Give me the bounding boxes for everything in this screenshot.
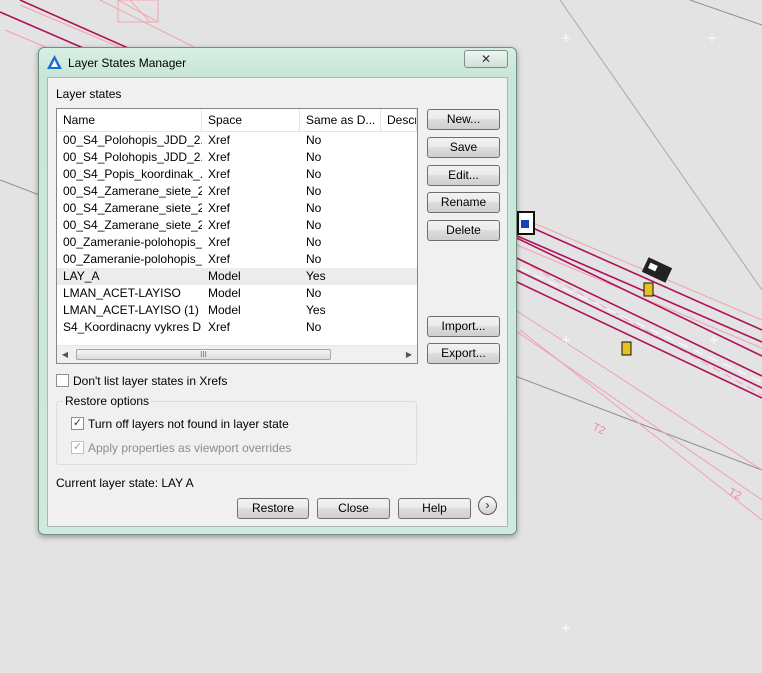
dont-list-xrefs-checkbox[interactable] xyxy=(56,374,69,387)
cell-space: Xref xyxy=(208,201,231,215)
cell-name: 00_S4_Zamerane_siete_2... xyxy=(63,201,202,215)
table-row[interactable]: 00_S4_Polohopis_JDD_2... Xref No xyxy=(57,132,417,149)
list-header: Name Space Same as D... Descri xyxy=(57,109,417,132)
table-row[interactable]: S4_Koordinacny vykres D... Xref No xyxy=(57,319,417,336)
cell-same-as-dwg: No xyxy=(306,184,322,198)
column-header-name[interactable]: Name xyxy=(57,109,202,131)
cell-name: 00_S4_Popis_koordinak_... xyxy=(63,167,202,181)
dialog-title: Layer States Manager xyxy=(68,56,187,70)
table-row[interactable]: 00_Zameranie-polohopis_... Xref No xyxy=(57,251,417,268)
cell-same-as-dwg: No xyxy=(306,320,322,334)
cell-space: Xref xyxy=(208,320,231,334)
restore-options-title: Restore options xyxy=(63,394,152,408)
dont-list-xrefs-label[interactable]: Don't list layer states in Xrefs xyxy=(73,374,227,388)
expand-dialog-icon[interactable]: › xyxy=(478,496,497,515)
turn-off-layers-checkbox[interactable]: ✓ xyxy=(71,417,84,430)
apply-viewport-overrides-label: Apply properties as viewport overrides xyxy=(88,441,292,455)
cell-name: 00_Zameranie-polohopis_... xyxy=(63,252,202,266)
cell-same-as-dwg: Yes xyxy=(306,269,326,283)
delete-button[interactable]: Delete xyxy=(427,220,500,241)
column-header-space[interactable]: Space xyxy=(202,109,300,131)
horizontal-scrollbar[interactable]: ◀ III ▶ xyxy=(57,345,417,363)
help-button[interactable]: Help xyxy=(398,498,471,519)
export-button[interactable]: Export... xyxy=(427,343,500,364)
cell-name: LMAN_ACET-LAYISO (1) xyxy=(63,303,199,317)
table-row[interactable]: LAY_A Model Yes xyxy=(57,268,417,285)
turn-off-layers-label[interactable]: Turn off layers not found in layer state xyxy=(88,417,289,431)
layer-states-list[interactable]: Name Space Same as D... Descri 00_S4_Pol… xyxy=(56,108,418,364)
cell-space: Xref xyxy=(208,218,231,232)
cell-space: Xref xyxy=(208,167,231,181)
import-button[interactable]: Import... xyxy=(427,316,500,337)
cell-name: 00_S4_Zamerane_siete_2... xyxy=(63,218,202,232)
cell-same-as-dwg: No xyxy=(306,167,322,181)
cell-space: Xref xyxy=(208,184,231,198)
cell-same-as-dwg: No xyxy=(306,252,322,266)
cell-space: Model xyxy=(208,286,241,300)
scroll-right-icon[interactable]: ▶ xyxy=(401,346,417,363)
new-button[interactable]: New... xyxy=(427,109,500,130)
cell-space: Xref xyxy=(208,133,231,147)
cell-same-as-dwg: No xyxy=(306,235,322,249)
save-button[interactable]: Save xyxy=(427,137,500,158)
table-row[interactable]: LMAN_ACET-LAYISO (1) Model Yes xyxy=(57,302,417,319)
close-button[interactable]: Close xyxy=(317,498,390,519)
edit-button[interactable]: Edit... xyxy=(427,165,500,186)
cell-name: 00_Zameranie-polohopis_... xyxy=(63,235,202,249)
cell-same-as-dwg: No xyxy=(306,286,322,300)
rename-button[interactable]: Rename xyxy=(427,192,500,213)
cell-same-as-dwg: No xyxy=(306,150,322,164)
cell-space: Model xyxy=(208,269,241,283)
cell-same-as-dwg: No xyxy=(306,218,322,232)
table-row[interactable]: 00_S4_Zamerane_siete_2... Xref No xyxy=(57,217,417,234)
scroll-left-icon[interactable]: ◀ xyxy=(57,346,73,363)
table-row[interactable]: 00_Zameranie-polohopis_... Xref No xyxy=(57,234,417,251)
cell-name: S4_Koordinacny vykres D... xyxy=(63,320,202,334)
current-layer-state-text: Current layer state: LAY A xyxy=(56,476,194,490)
restore-button[interactable]: Restore xyxy=(237,498,309,519)
cell-name: 00_S4_Zamerane_siete_2... xyxy=(63,184,202,198)
cell-space: Model xyxy=(208,303,241,317)
cell-space: Xref xyxy=(208,252,231,266)
cell-name: 00_S4_Polohopis_JDD_2... xyxy=(63,133,202,147)
list-rows: 00_S4_Polohopis_JDD_2... Xref No 00_S4_Polo… xyxy=(57,132,417,336)
cell-name: LAY_A xyxy=(63,269,100,283)
cell-same-as-dwg: No xyxy=(306,201,322,215)
close-icon[interactable]: ✕ xyxy=(464,50,508,68)
column-header-description[interactable]: Descri xyxy=(381,109,417,131)
scrollbar-thumb[interactable]: III xyxy=(76,349,331,360)
table-row[interactable]: 00_S4_Zamerane_siete_2... Xref No xyxy=(57,183,417,200)
table-row[interactable]: 00_S4_Polohopis_JDD_2... Xref No xyxy=(57,149,417,166)
layer-states-manager-dialog: Layer States Manager ✕ Layer states Name… xyxy=(38,47,517,535)
table-row[interactable]: 00_S4_Popis_koordinak_... Xref No xyxy=(57,166,417,183)
cell-name: 00_S4_Polohopis_JDD_2... xyxy=(63,150,202,164)
dialog-client-area: Layer states Name Space Same as D... Des… xyxy=(47,77,508,527)
cell-space: Xref xyxy=(208,150,231,164)
column-header-same-as-dwg[interactable]: Same as D... xyxy=(300,109,381,131)
cell-space: Xref xyxy=(208,235,231,249)
layer-states-label: Layer states xyxy=(56,87,122,101)
cell-name: LMAN_ACET-LAYISO xyxy=(63,286,181,300)
dialog-titlebar[interactable]: Layer States Manager ✕ xyxy=(39,48,516,76)
cell-same-as-dwg: No xyxy=(306,133,322,147)
apply-viewport-overrides-checkbox: ✓ xyxy=(71,441,84,454)
autocad-logo-icon xyxy=(47,55,62,69)
restore-options-group: Restore options ✓ Turn off layers not fo… xyxy=(56,394,417,465)
table-row[interactable]: LMAN_ACET-LAYISO Model No xyxy=(57,285,417,302)
cell-same-as-dwg: Yes xyxy=(306,303,326,317)
table-row[interactable]: 00_S4_Zamerane_siete_2... Xref No xyxy=(57,200,417,217)
